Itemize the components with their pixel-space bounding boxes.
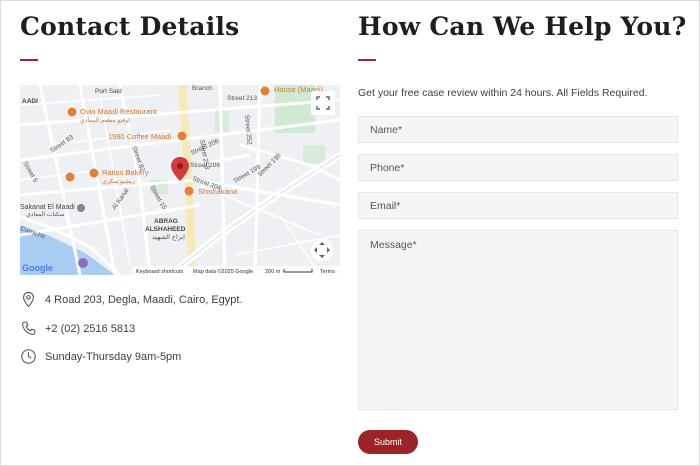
clock-icon [21,349,36,364]
help-accent-rule [358,59,376,61]
svg-text:سكنات المعادي: سكنات المعادي [26,211,64,218]
keyboard-shortcuts-link[interactable]: Keyboard shortcuts [136,269,184,275]
phone-row: +2 (02) 2516 5813 [20,320,135,337]
email-field[interactable]: Email* [358,192,678,219]
phone-text[interactable]: +2 (02) 2516 5813 [45,323,135,335]
map-label-port-said: Port Said [95,88,122,95]
poi-purple[interactable] [78,258,88,268]
location-pin-icon [23,291,34,308]
contact-details-heading: Contact Details [20,12,240,41]
help-heading: How Can We Help You? [358,12,687,41]
help-intro-text: Get your free case review within 24 hour… [358,87,648,99]
map-label-street-213: Street 213 [227,95,257,102]
hours-text: Sunday-Thursday 9am-5pm [45,350,182,363]
phone-field[interactable]: Phone* [358,154,678,181]
address-text: 4 Road 203, Degla, Maadi, Cairo, Egypt. [45,293,243,306]
svg-text:Sakanat El Maadi: Sakanat El Maadi [20,204,75,211]
svg-text:Shishakana: Shishakana [198,187,238,196]
map-label-abrag-ar: ابراج الشهيد [152,233,185,241]
phone-icon [22,321,36,335]
heading-accent-rule [20,59,38,61]
hours-row: Sunday-Thursday 9am-5pm [20,348,181,365]
name-field[interactable]: Name* [358,116,678,143]
svg-text:1980 Coffee Maadi: 1980 Coffee Maadi [108,132,172,141]
email-placeholder: Email* [370,200,401,212]
map-move-control-icon[interactable] [311,239,333,261]
fullscreen-icon[interactable] [311,91,335,115]
svg-text:اوفيو مطعم المعادي: اوفيو مطعم المعادي [80,117,130,124]
name-placeholder: Name* [370,124,403,136]
map-label-maadi: AADI [22,98,38,105]
map-data-credit: Map data ©2025 Google [193,268,253,275]
map-label-branch: Branch [192,85,213,92]
svg-text:Ratios Bakery: Ratios Bakery [102,168,149,177]
submit-button[interactable]: Submit [358,430,418,454]
location-map[interactable]: AADI Port Said Street 213 Street 253 Str… [20,85,340,275]
map-terms-link[interactable]: Terms [320,269,335,275]
message-placeholder: Message* [370,239,417,251]
google-logo: Google [22,263,53,273]
map-label-street-206b: Street 206 [190,162,220,169]
map-label-abrag: ABRAG [154,218,178,225]
address-row: 4 Road 203, Degla, Maadi, Cairo, Egypt. [20,291,243,308]
phone-placeholder: Phone* [370,162,405,174]
map-label-alshaheed: ALSHAHEED [145,226,186,233]
svg-text:Ovio Maadi Restaurant: Ovio Maadi Restaurant [80,107,158,116]
map-scale-label: 200 m [265,269,281,275]
message-field[interactable]: Message* [358,230,678,410]
svg-text:ريشيو سكري: ريشيو سكري [102,178,135,185]
